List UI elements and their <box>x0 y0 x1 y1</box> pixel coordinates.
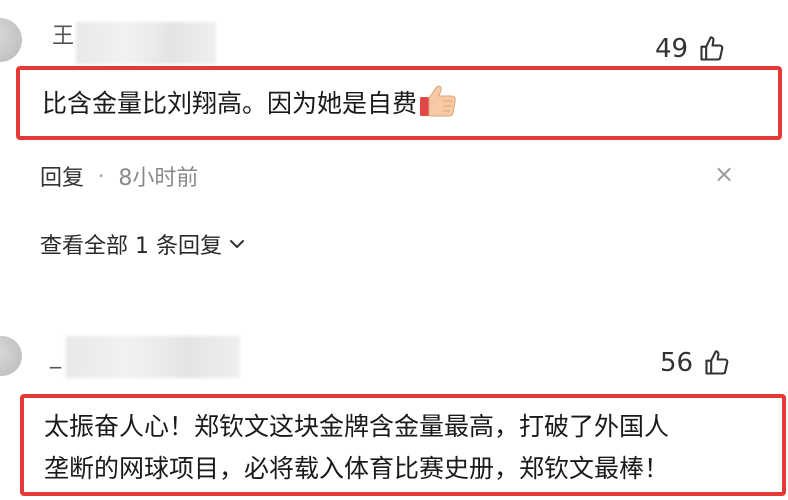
comment-text-line: 太振奋人心！郑钦文这块金牌含金量最高，打破了外国人 <box>44 412 670 441</box>
thumbs-up-outline-icon <box>705 350 729 375</box>
avatar[interactable] <box>0 18 22 62</box>
thumbs-up-emoji-icon <box>420 85 456 117</box>
view-all-replies-button[interactable]: 查看全部 1 条回复 <box>40 228 246 260</box>
chevron-down-icon <box>229 240 244 248</box>
like-button[interactable]: 49 <box>655 34 726 64</box>
comment-text: 比含金量比刘翔高。因为她是自费 <box>42 89 418 118</box>
username[interactable]: 王 <box>52 26 74 48</box>
meta-separator: · <box>98 164 105 188</box>
comment-text-highlight: 比含金量比刘翔高。因为她是自费 <box>16 66 782 140</box>
view-all-replies-label: 查看全部 1 条回复 <box>40 234 222 259</box>
comment-text-highlight: 太振奋人心！郑钦文这块金牌含金量最高，打破了外国人 垄断的网球项目，必将载入体育… <box>20 394 786 496</box>
comment-text-line: 垄断的网球项目，必将载入体育比赛史册，郑钦文最棒！ <box>44 454 670 483</box>
like-count: 56 <box>660 348 694 378</box>
username-redaction <box>66 336 240 378</box>
reply-button[interactable]: 回复 <box>40 160 84 192</box>
username-redaction <box>76 22 216 64</box>
close-icon[interactable]: × <box>714 160 734 188</box>
thumbs-up-outline-icon <box>700 36 724 61</box>
comment-meta: 回复 · 8小时前 <box>40 160 198 192</box>
like-button[interactable]: 56 <box>660 348 731 378</box>
avatar[interactable] <box>0 336 22 376</box>
comment-time: 8小时前 <box>118 166 199 191</box>
username[interactable]: _ <box>50 346 61 368</box>
comment-item: 王 49 比含金量比刘翔高。因为她是自费 回复 · 8小时前 × 查看全部 1 … <box>0 0 788 290</box>
like-count: 49 <box>655 34 689 64</box>
